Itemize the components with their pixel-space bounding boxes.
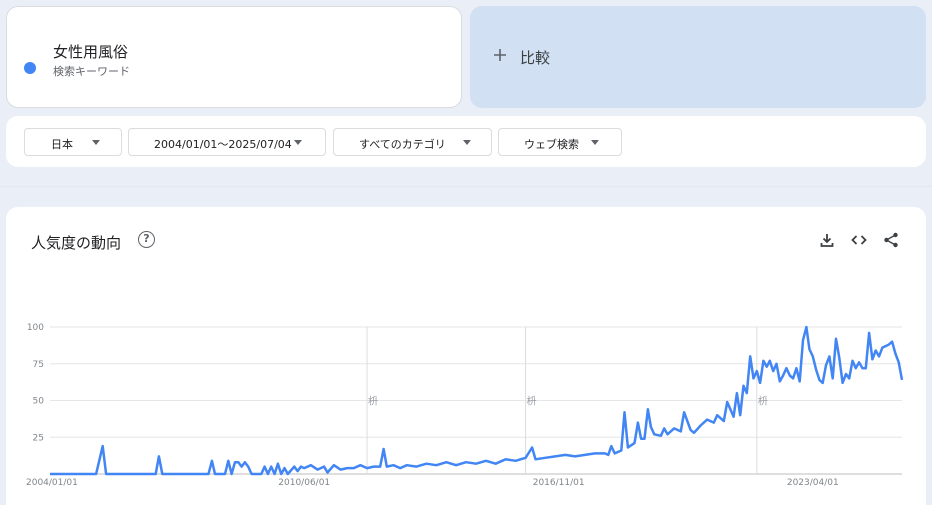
compare-label: 比較 — [520, 49, 551, 67]
search-type-dropdown[interactable]: ウェブ検索 — [498, 128, 622, 156]
interest-over-time-card: 人気度の動向 ? 100 75 50 25 枡枡枡 2004/01/01 2010/06/0… — [6, 207, 926, 505]
chevron-down-icon — [294, 140, 302, 145]
term-type-label: 検索キーワード — [53, 65, 130, 78]
region-value: 日本 — [51, 138, 73, 151]
filters-bar: 日本 2004/01/01〜2025/07/04 すべてのカテゴリ ウェブ検索 — [6, 116, 926, 167]
chevron-down-icon — [591, 140, 599, 145]
search-type-value: ウェブ検索 — [524, 138, 579, 151]
term-name: 女性用風俗 — [53, 43, 129, 61]
y-tick-label: 100 — [27, 323, 44, 333]
category-dropdown[interactable]: すべてのカテゴリ — [333, 128, 492, 156]
x-tick-label: 2016/11/01 — [533, 478, 585, 488]
x-tick-label: 2023/04/01 — [787, 478, 839, 488]
date-range-dropdown[interactable]: 2004/01/01〜2025/07/04 — [128, 128, 326, 156]
annotation-marker: 枡 — [758, 395, 768, 408]
annotation-marker: 枡 — [368, 395, 378, 408]
x-tick-label: 2010/06/01 — [278, 478, 330, 488]
trend-chart: 100 75 50 25 枡 枡 枡 2004/01/01 2010/06/01 2016/11/… — [26, 323, 904, 488]
date-range-value: 2004/01/01〜2025/07/04 — [154, 138, 292, 151]
plus-icon — [492, 44, 508, 68]
section-divider — [0, 186, 932, 187]
chevron-down-icon — [92, 140, 100, 145]
term-color-dot — [24, 62, 36, 74]
compare-button[interactable]: 比較 — [470, 6, 926, 108]
annotation-marker: 枡 — [527, 395, 537, 408]
search-term-card[interactable]: 女性用風俗 検索キーワード — [6, 6, 462, 108]
chevron-down-icon — [463, 140, 471, 145]
y-tick-label: 25 — [33, 433, 44, 443]
y-tick-label: 75 — [33, 360, 44, 370]
x-tick-label: 2004/01/01 — [26, 478, 78, 488]
category-value: すべてのカテゴリ — [359, 138, 446, 151]
region-dropdown[interactable]: 日本 — [24, 128, 122, 156]
y-tick-label: 50 — [33, 397, 45, 407]
